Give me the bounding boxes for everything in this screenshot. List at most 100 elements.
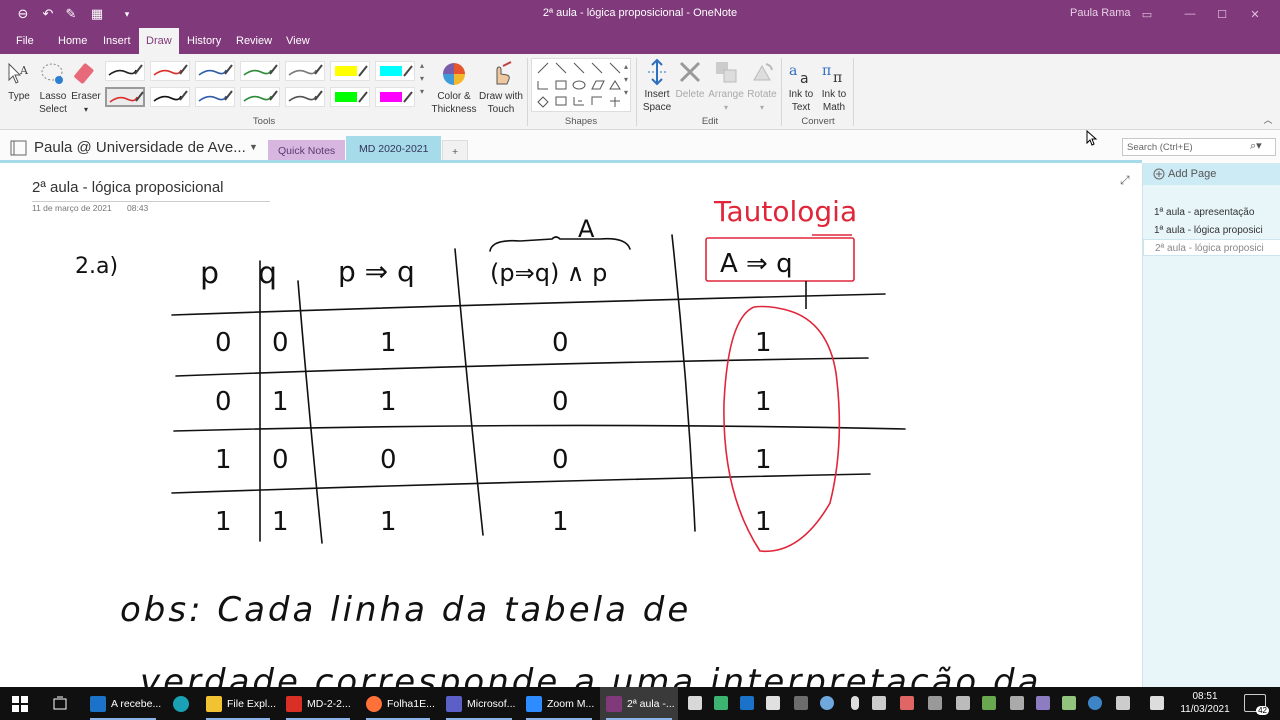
taskbar-file-explorer[interactable]: File Expl... xyxy=(200,687,276,720)
red-formula: A ⇒ q xyxy=(720,249,793,279)
taskbar-edge[interactable] xyxy=(164,687,198,720)
page-item-2[interactable]: 1ª aula - lógica proposici xyxy=(1143,222,1280,239)
ink-to-text-button[interactable]: aa Ink to Text xyxy=(785,58,817,114)
pen-icon[interactable] xyxy=(1116,696,1130,710)
pen-swatch[interactable] xyxy=(240,87,280,107)
notification-center-icon[interactable]: 42 xyxy=(1244,694,1269,715)
section-tab-quick-notes[interactable]: Quick Notes xyxy=(268,140,346,162)
draw-touch-label-1: Draw with xyxy=(479,91,523,102)
truth-table-cell: 0 xyxy=(215,328,232,358)
pen-swatch[interactable] xyxy=(105,87,145,107)
insert-space-icon xyxy=(648,58,666,86)
page-canvas[interactable]: 2ª aula - lógica proposicional 11 de mar… xyxy=(0,163,1142,687)
tray-app-icon[interactable] xyxy=(900,696,914,710)
eraser-label: Eraser xyxy=(71,91,101,102)
tab-file[interactable]: File xyxy=(9,28,41,54)
notebook-dropdown-icon[interactable]: ▼ xyxy=(249,142,258,152)
page-item-3[interactable]: 2ª aula - lógica proposici xyxy=(1143,239,1280,256)
pen-swatch[interactable] xyxy=(375,87,415,107)
maximize-icon[interactable]: ☐ xyxy=(1207,4,1237,24)
tools-group-label: Tools xyxy=(252,116,276,127)
pen-swatch[interactable] xyxy=(285,87,325,107)
rotate-icon xyxy=(753,63,773,81)
draw-with-touch-button[interactable]: Draw with Touch xyxy=(477,60,525,116)
pen-swatch[interactable] xyxy=(375,61,415,81)
taskbar-teams[interactable]: Microsof... xyxy=(440,687,518,720)
ribbon-separator xyxy=(527,58,528,126)
lasso-select-button[interactable]: Lasso Select xyxy=(36,60,70,116)
tray-app-icon[interactable] xyxy=(714,696,728,710)
taskbar-pdf[interactable]: MD-2-2... xyxy=(280,687,356,720)
tray-outlook-icon[interactable] xyxy=(740,696,754,710)
tab-view[interactable]: View xyxy=(279,28,317,54)
bluetooth-icon[interactable] xyxy=(1088,696,1102,710)
type-label: Type xyxy=(8,91,30,102)
tray-app-icon[interactable] xyxy=(1010,696,1024,710)
keyboard-icon[interactable] xyxy=(1150,696,1164,710)
user-name[interactable]: Paula Rama xyxy=(1070,7,1131,19)
truth-table-cell: 0 xyxy=(272,445,289,475)
pen-gallery-more-icon[interactable]: ▴ ▾ ▾ xyxy=(417,59,427,98)
insert-space-button[interactable]: Insert Space xyxy=(640,58,674,114)
pen-swatch[interactable] xyxy=(330,61,370,81)
task-view-icon[interactable] xyxy=(52,696,68,712)
taskbar-outlook[interactable]: A recebe... xyxy=(84,687,162,720)
tab-review[interactable]: Review xyxy=(229,28,279,54)
rotate-button[interactable]: Rotate ▾ xyxy=(746,58,778,114)
taskbar-label: Microsof... xyxy=(467,697,516,710)
start-windows-icon[interactable] xyxy=(12,696,28,712)
tab-draw[interactable]: Draw xyxy=(139,28,179,54)
shapes-more-icon[interactable]: ▴ ▾ ▾ xyxy=(622,60,630,99)
minimize-icon[interactable]: — xyxy=(1175,4,1205,24)
shapes-gallery[interactable] xyxy=(531,58,631,112)
tray-app-icon[interactable] xyxy=(794,696,808,710)
eraser-dropdown-icon[interactable]: ▾ xyxy=(84,105,88,114)
pen-swatch[interactable] xyxy=(105,61,145,81)
tray-notes-icon[interactable] xyxy=(766,696,780,710)
cloud-icon[interactable] xyxy=(820,696,834,710)
tab-home[interactable]: Home xyxy=(51,28,94,54)
pen-swatch[interactable] xyxy=(285,61,325,81)
close-icon[interactable]: ✕ xyxy=(1240,4,1270,24)
section-tab-md[interactable]: MD 2020-2021 xyxy=(346,136,442,162)
ink-to-math-label-2: Math xyxy=(822,102,846,113)
color-thickness-button[interactable]: Color & Thickness xyxy=(431,60,477,116)
nvidia-icon[interactable] xyxy=(1062,696,1076,710)
taskbar-zoom[interactable]: Zoom M... xyxy=(520,687,598,720)
tray-app-icon[interactable] xyxy=(928,696,942,710)
notebook-name[interactable]: Paula @ Universidade de Ave... xyxy=(34,139,246,156)
eraser-button[interactable]: Eraser ▾ xyxy=(70,60,102,116)
taskbar-label: Zoom M... xyxy=(547,697,595,710)
pen-swatch[interactable] xyxy=(150,87,190,107)
arrange-button[interactable]: Arrange ▾ xyxy=(706,58,746,114)
microphone-icon[interactable] xyxy=(851,696,859,710)
tray-device-icon[interactable] xyxy=(872,696,886,710)
lasso-icon xyxy=(41,63,63,84)
tray-app-icon[interactable] xyxy=(1036,696,1050,710)
collapse-ribbon-icon[interactable]: ︿ xyxy=(1262,114,1274,127)
add-page-button[interactable]: Add Page xyxy=(1143,163,1280,185)
mail-icon[interactable] xyxy=(688,696,702,710)
tab-insert[interactable]: Insert xyxy=(96,28,138,54)
pen-swatch[interactable] xyxy=(330,87,370,107)
ink-to-math-button[interactable]: ππ Ink to Math xyxy=(818,58,850,114)
security-icon[interactable] xyxy=(982,696,996,710)
type-button[interactable]: A Type xyxy=(4,60,34,103)
pen-swatch[interactable] xyxy=(195,61,235,81)
page-item-1[interactable]: 1ª aula - apresentação xyxy=(1143,204,1280,221)
ribbon-display-icon[interactable]: ▭ xyxy=(1132,4,1162,24)
pen-swatch[interactable] xyxy=(240,61,280,81)
display-icon[interactable] xyxy=(956,696,970,710)
taskbar-label: MD-2-2... xyxy=(307,697,351,710)
pen-swatch[interactable] xyxy=(195,87,235,107)
add-section-button[interactable]: + xyxy=(442,140,469,162)
system-clock[interactable]: 08:51 11/03/2021 xyxy=(1180,690,1230,716)
pen-swatch[interactable] xyxy=(150,61,190,81)
tab-history[interactable]: History xyxy=(180,28,228,54)
taskbar-firefox[interactable]: Folha1E... xyxy=(360,687,436,720)
taskbar-onenote[interactable]: 2ª aula -... xyxy=(600,687,678,720)
handwriting-ink: 2.a) p q p ⇒ q (p⇒q) ∧ p A A ⇒ q Tautolo… xyxy=(75,195,1038,687)
search-icon[interactable]: ⌕▾ xyxy=(1250,139,1262,153)
truth-table-cell: 1 xyxy=(380,328,397,358)
delete-button[interactable]: Delete xyxy=(674,58,706,101)
